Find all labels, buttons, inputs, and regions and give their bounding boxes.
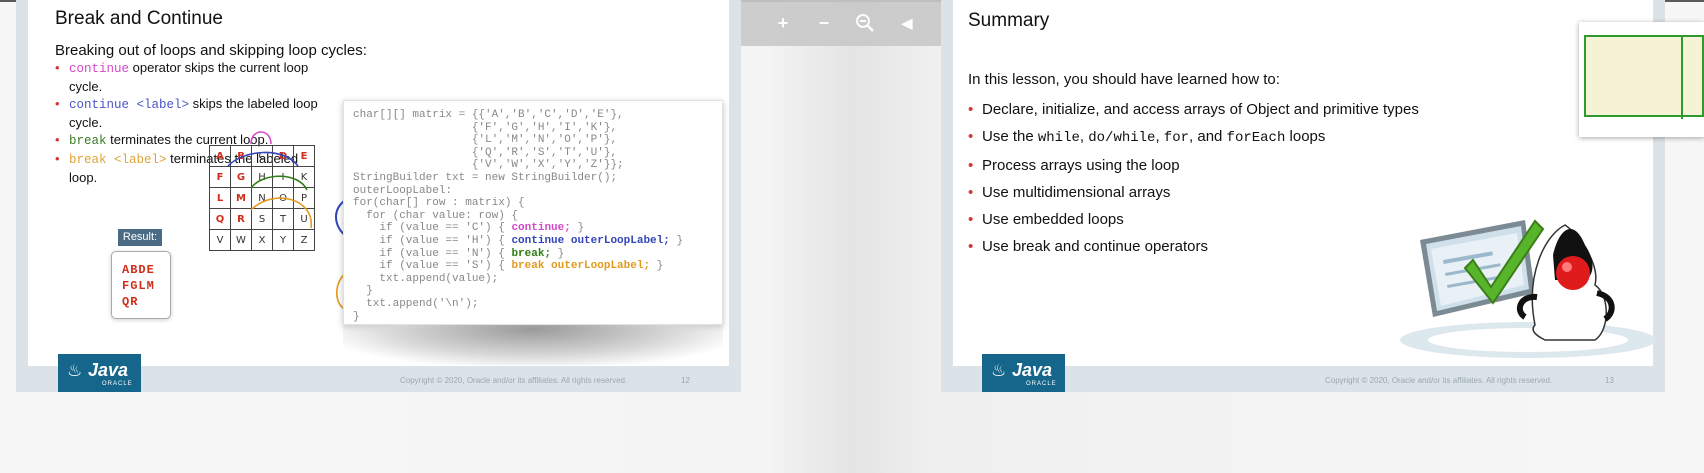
result-box: ABDE FGLM QR <box>111 251 171 319</box>
left-page: Break and Continue Breaking out of loops… <box>16 0 741 392</box>
bullet-continue: continue operator skips the current loop… <box>55 59 335 95</box>
result-label: Result: <box>118 229 162 246</box>
summary-bullet-loops: Use the while, do/while, for, and forEac… <box>968 123 1488 152</box>
thumbnail-divider <box>1681 37 1683 119</box>
page-number: 13 <box>1605 376 1614 385</box>
bullet-continue-label: continue <label> skips the labeled loop … <box>55 95 335 131</box>
logo-sub: ORACLE <box>1026 381 1057 387</box>
magnifier-icon <box>856 14 874 32</box>
java-logo: ♨ Java ORACLE <box>58 354 141 392</box>
code-sample: char[][] matrix = {{'A','B','C','D','E'}… <box>343 100 723 325</box>
zoom-reset-button[interactable] <box>851 10 879 36</box>
logo-text: Java <box>1012 360 1053 380</box>
page-number: 12 <box>681 376 690 385</box>
zoom-out-button[interactable]: − <box>810 10 838 36</box>
logo-text: Java <box>88 360 129 380</box>
matrix-flow-arrows <box>227 131 312 229</box>
kw-continue: continue <box>69 62 130 76</box>
result-line: FGLM <box>122 279 155 293</box>
book-viewer: Break and Continue Breaking out of loops… <box>0 0 1704 473</box>
code-text: char[][] matrix = {{'A','B','C','D','E'}… <box>353 109 684 323</box>
copyright: Copyright © 2020, Oracle and/or its affi… <box>1325 376 1553 385</box>
right-slide-title: Summary <box>968 10 1050 31</box>
code-shadow <box>343 325 723 365</box>
java-cup-icon: ♨ <box>67 361 83 381</box>
result-line: ABDE <box>122 263 155 277</box>
bullet-text-cont: loop. <box>69 170 98 185</box>
kw-continue-label: continue <label> <box>69 98 190 112</box>
java-cup-icon: ♨ <box>991 361 1007 381</box>
duke-mascot-illustration <box>1400 219 1655 358</box>
left-slide-title: Break and Continue <box>55 8 223 29</box>
prev-page-button[interactable]: ◀ <box>893 10 921 36</box>
kw-break: break <box>69 134 107 148</box>
zoom-in-button[interactable]: + <box>769 10 797 36</box>
thumbnail-preview <box>1584 35 1704 119</box>
summary-bullet: Declare, initialize, and access arrays o… <box>968 96 1488 123</box>
summary-bullet: Use multidimensional arrays <box>968 179 1488 206</box>
kw-break-label: break <label> <box>69 153 167 167</box>
left-slide-intro: Breaking out of loops and skipping loop … <box>55 42 367 59</box>
result-line: QR <box>122 295 139 309</box>
copyright: Copyright © 2020, Oracle and/or its affi… <box>400 376 628 385</box>
java-logo: ♨ Java ORACLE <box>982 354 1065 392</box>
right-slide-intro: In this lesson, you should have learned … <box>968 71 1280 88</box>
logo-sub: ORACLE <box>102 381 133 387</box>
page-thumbnail[interactable] <box>1579 22 1704 137</box>
summary-bullet: Process arrays using the loop <box>968 152 1488 179</box>
